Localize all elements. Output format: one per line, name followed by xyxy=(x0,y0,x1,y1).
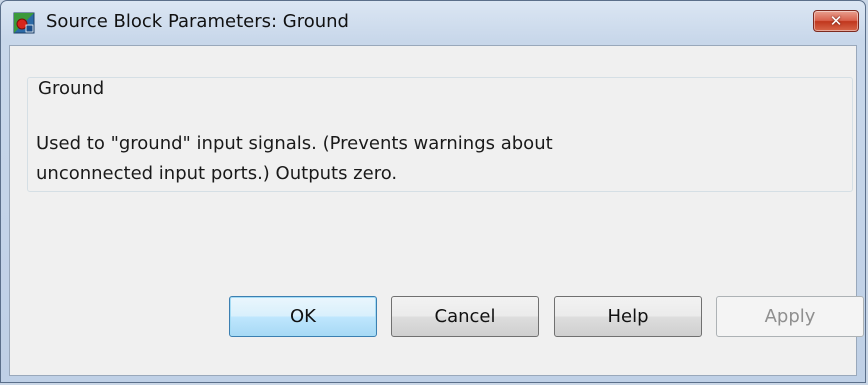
simulink-block-icon[interactable] xyxy=(13,12,35,34)
block-description: Used to "ground" input signals. (Prevent… xyxy=(36,129,836,189)
apply-button[interactable]: Apply xyxy=(716,296,864,337)
window-title: Source Block Parameters: Ground xyxy=(46,11,349,32)
dialog-window: Source Block Parameters: Ground ✕ Ground… xyxy=(0,0,866,383)
close-button[interactable]: ✕ xyxy=(813,10,859,32)
close-icon: ✕ xyxy=(829,12,843,30)
title-bar[interactable]: Source Block Parameters: Ground ✕ xyxy=(1,1,865,45)
description-line-2: unconnected input ports.) Outputs zero. xyxy=(36,163,398,184)
ok-button[interactable]: OK xyxy=(229,296,377,337)
cancel-button[interactable]: Cancel xyxy=(391,296,539,337)
dialog-client-area: Ground Used to "ground" input signals. (… xyxy=(9,45,864,376)
description-line-1: Used to "ground" input signals. (Prevent… xyxy=(36,133,553,154)
help-button[interactable]: Help xyxy=(554,296,702,337)
group-title: Ground xyxy=(34,78,111,100)
